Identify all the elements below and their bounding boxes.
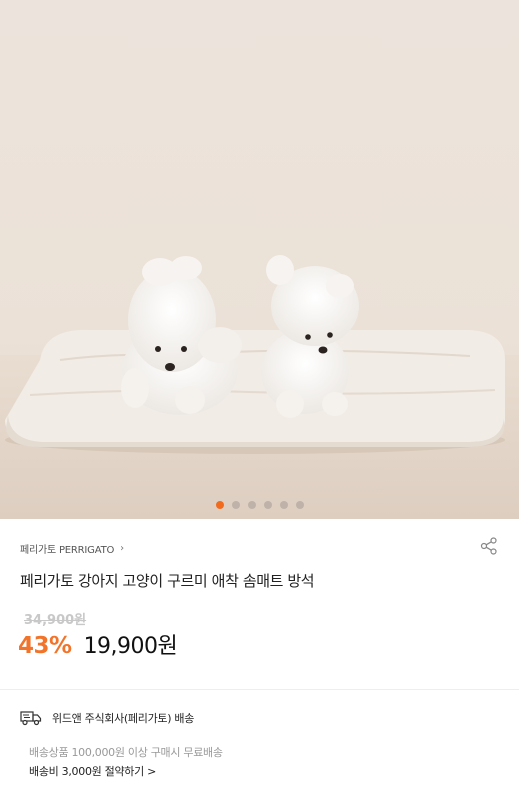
brand-row: 페리가토 PERRIGATO ›	[20, 536, 499, 558]
carousel-indicator	[0, 501, 519, 509]
brand-link[interactable]: 페리가토 PERRIGATO	[20, 541, 114, 556]
shipping-condition: 배송상품 100,000원 이상 구매시 무료배송	[29, 746, 223, 759]
carousel-dot-4[interactable]	[263, 501, 272, 509]
price-row: 43% 19,900원	[18, 628, 178, 660]
section-divider	[0, 689, 519, 690]
discount-rate: 43%	[18, 633, 72, 659]
share-icon[interactable]	[479, 536, 499, 556]
original-price: 34,900원	[24, 613, 87, 628]
carousel-dot-6[interactable]	[295, 501, 304, 509]
shipping-fee-saving-link[interactable]: 배송비 3,000원 절약하기 >	[29, 763, 156, 779]
product-image-carousel[interactable]	[0, 0, 519, 519]
sale-price: 19,900원	[83, 634, 178, 659]
product-title: 페리가토 강아지 고양이 구르미 애착 솜매트 방석	[20, 572, 315, 590]
chevron-right-icon: ›	[120, 542, 125, 554]
carousel-dot-5[interactable]	[279, 501, 288, 509]
delivery-truck-icon	[20, 710, 42, 726]
shipping-seller-row: 위드앤 주식회사(페리가토) 배송	[20, 710, 194, 726]
carousel-dot-1[interactable]	[215, 501, 224, 509]
product-photo	[0, 0, 519, 519]
shipping-seller: 위드앤 주식회사(페리가토) 배송	[52, 712, 195, 725]
carousel-dot-2[interactable]	[231, 501, 240, 509]
carousel-dot-3[interactable]	[247, 501, 256, 509]
